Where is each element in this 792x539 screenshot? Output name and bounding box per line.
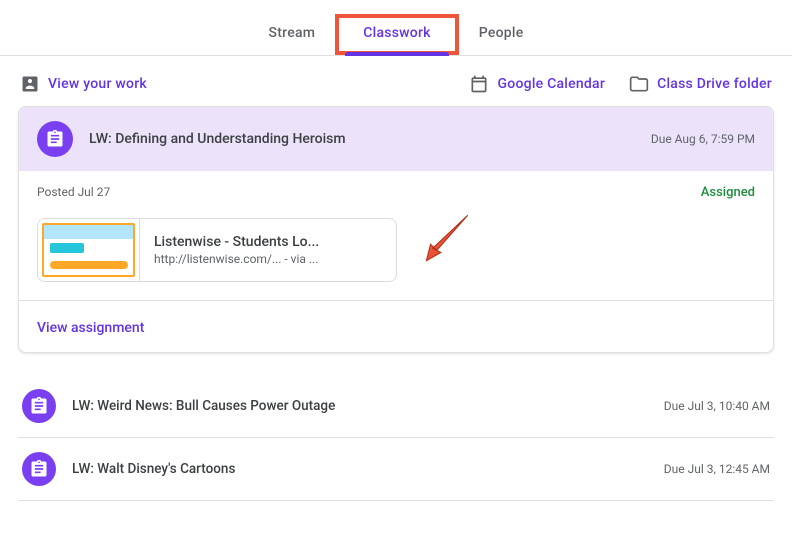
attachment-link[interactable]: Listenwise - Students Lo... http://liste… xyxy=(37,218,397,282)
assignment-list: LW: Weird News: Bull Causes Power Outage… xyxy=(18,375,774,501)
assignment-badge xyxy=(22,389,56,423)
assignment-clipboard-icon xyxy=(29,396,49,416)
attachment-title: Listenwise - Students Lo... xyxy=(154,234,319,250)
assignment-row[interactable]: LW: Weird News: Bull Causes Power Outage… xyxy=(18,375,774,438)
folder-icon xyxy=(629,74,649,94)
assignment-header[interactable]: LW: Defining and Understanding Heroism D… xyxy=(19,107,773,171)
assignment-clipboard-icon xyxy=(29,459,49,479)
assignment-row-title: LW: Weird News: Bull Causes Power Outage xyxy=(72,398,664,414)
view-assignment-link[interactable]: View assignment xyxy=(37,320,144,336)
posted-date: Posted Jul 27 xyxy=(37,185,110,200)
assignment-clipboard-icon xyxy=(45,129,65,149)
assignment-row-title: LW: Walt Disney's Cartoons xyxy=(72,461,664,477)
drive-label: Class Drive folder xyxy=(657,76,772,92)
assignment-row-due: Due Jul 3, 12:45 AM xyxy=(664,462,770,476)
view-your-work-link[interactable]: View your work xyxy=(20,74,147,94)
tab-classwork[interactable]: Classwork xyxy=(339,11,455,55)
tab-stream[interactable]: Stream xyxy=(245,11,340,55)
assignment-row-due: Due Jul 3, 10:40 AM xyxy=(664,399,770,413)
utility-bar: View your work Google Calendar Class Dri… xyxy=(0,56,792,106)
status-badge: Assigned xyxy=(701,185,755,200)
tab-people[interactable]: People xyxy=(455,11,548,55)
tab-classwork-label: Classwork xyxy=(363,25,431,41)
nav-tabs: Stream Classwork People xyxy=(0,0,792,56)
assignment-person-icon xyxy=(20,74,40,94)
assignment-title: LW: Defining and Understanding Heroism xyxy=(89,131,651,147)
assignment-badge xyxy=(37,121,73,157)
attachment-url: http://listenwise.com/... - via ... xyxy=(154,252,319,266)
calendar-label: Google Calendar xyxy=(497,76,605,92)
calendar-icon xyxy=(469,74,489,94)
class-drive-link[interactable]: Class Drive folder xyxy=(629,74,772,94)
google-calendar-link[interactable]: Google Calendar xyxy=(469,74,605,94)
attachment-thumbnail xyxy=(38,219,140,281)
assignment-due: Due Aug 6, 7:59 PM xyxy=(651,132,755,146)
assignment-badge xyxy=(22,452,56,486)
assignment-card-expanded: LW: Defining and Understanding Heroism D… xyxy=(18,106,774,353)
assignment-row[interactable]: LW: Walt Disney's Cartoons Due Jul 3, 12… xyxy=(18,438,774,501)
view-your-work-label: View your work xyxy=(48,76,147,92)
